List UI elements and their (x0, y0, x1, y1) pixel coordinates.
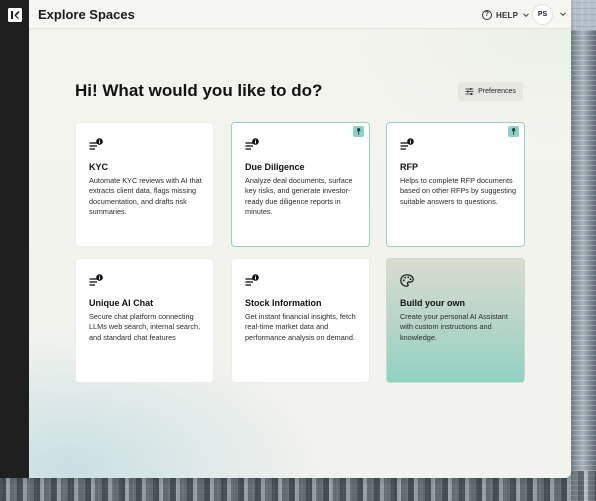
card-title: Stock Information (245, 298, 322, 308)
greeting-heading: Hi! What would you like to do? (75, 81, 323, 100)
document-info-icon (89, 274, 103, 286)
chevron-down-icon (523, 13, 529, 18)
card-title: Unique AI Chat (89, 298, 154, 308)
sliders-icon (465, 88, 474, 95)
pin-icon (356, 128, 361, 135)
document-info-icon (245, 274, 259, 286)
brand-logo-icon[interactable] (8, 8, 22, 22)
pin-button[interactable] (508, 126, 519, 137)
avatar: PS (532, 3, 553, 25)
pin-icon (511, 128, 516, 135)
main-content: Hi! What would you like to do? Preferenc… (29, 29, 571, 478)
preferences-label: Preferences (478, 88, 516, 95)
page-title: Explore Spaces (38, 7, 135, 22)
card-description: Create your personal AI Assistant with c… (400, 312, 508, 342)
pin-button[interactable] (353, 126, 364, 137)
card-description: Automate KYC reviews with AI that extrac… (89, 176, 202, 216)
space-card-stock-information[interactable]: Stock Information Get instant financial … (231, 258, 370, 383)
space-card-kyc[interactable]: KYC Automate KYC reviews with AI that ex… (75, 122, 214, 247)
card-title: KYC (89, 162, 109, 172)
palette-icon (400, 274, 414, 287)
top-bar: Explore Spaces ? HELP PS (29, 0, 571, 29)
space-card-rfp[interactable]: RFP Helps to complete RFP documents base… (386, 122, 525, 247)
help-label: HELP (496, 10, 519, 20)
card-description: Get instant financial insights, fetch re… (245, 312, 356, 342)
document-info-icon (245, 138, 259, 150)
card-title: Build your own (400, 298, 465, 308)
space-card-unique-ai-chat[interactable]: Unique AI Chat Secure chat platform conn… (75, 258, 214, 383)
background-tower (570, 30, 596, 501)
document-info-icon (400, 138, 414, 150)
chevron-down-icon (560, 12, 566, 17)
card-title: RFP (400, 162, 418, 172)
card-title: Due Diligence (245, 162, 305, 172)
document-info-icon (89, 138, 103, 150)
help-menu-button[interactable]: ? HELP (482, 8, 530, 22)
card-description: Secure chat platform connecting LLMs web… (89, 312, 201, 342)
space-card-build-your-own[interactable]: Build your own Create your personal AI A… (386, 258, 525, 383)
user-menu-button[interactable]: PS (532, 3, 567, 25)
preferences-button[interactable]: Preferences (458, 82, 523, 101)
sidebar (0, 0, 29, 478)
card-description: Analyze deal documents, surface key risk… (245, 176, 353, 216)
question-circle-icon: ? (482, 10, 492, 20)
card-description: Helps to complete RFP documents based on… (400, 176, 517, 206)
space-card-due-diligence[interactable]: Due Diligence Analyze deal documents, su… (231, 122, 370, 247)
app-window: Explore Spaces ? HELP PS Hi! What would … (0, 0, 571, 478)
